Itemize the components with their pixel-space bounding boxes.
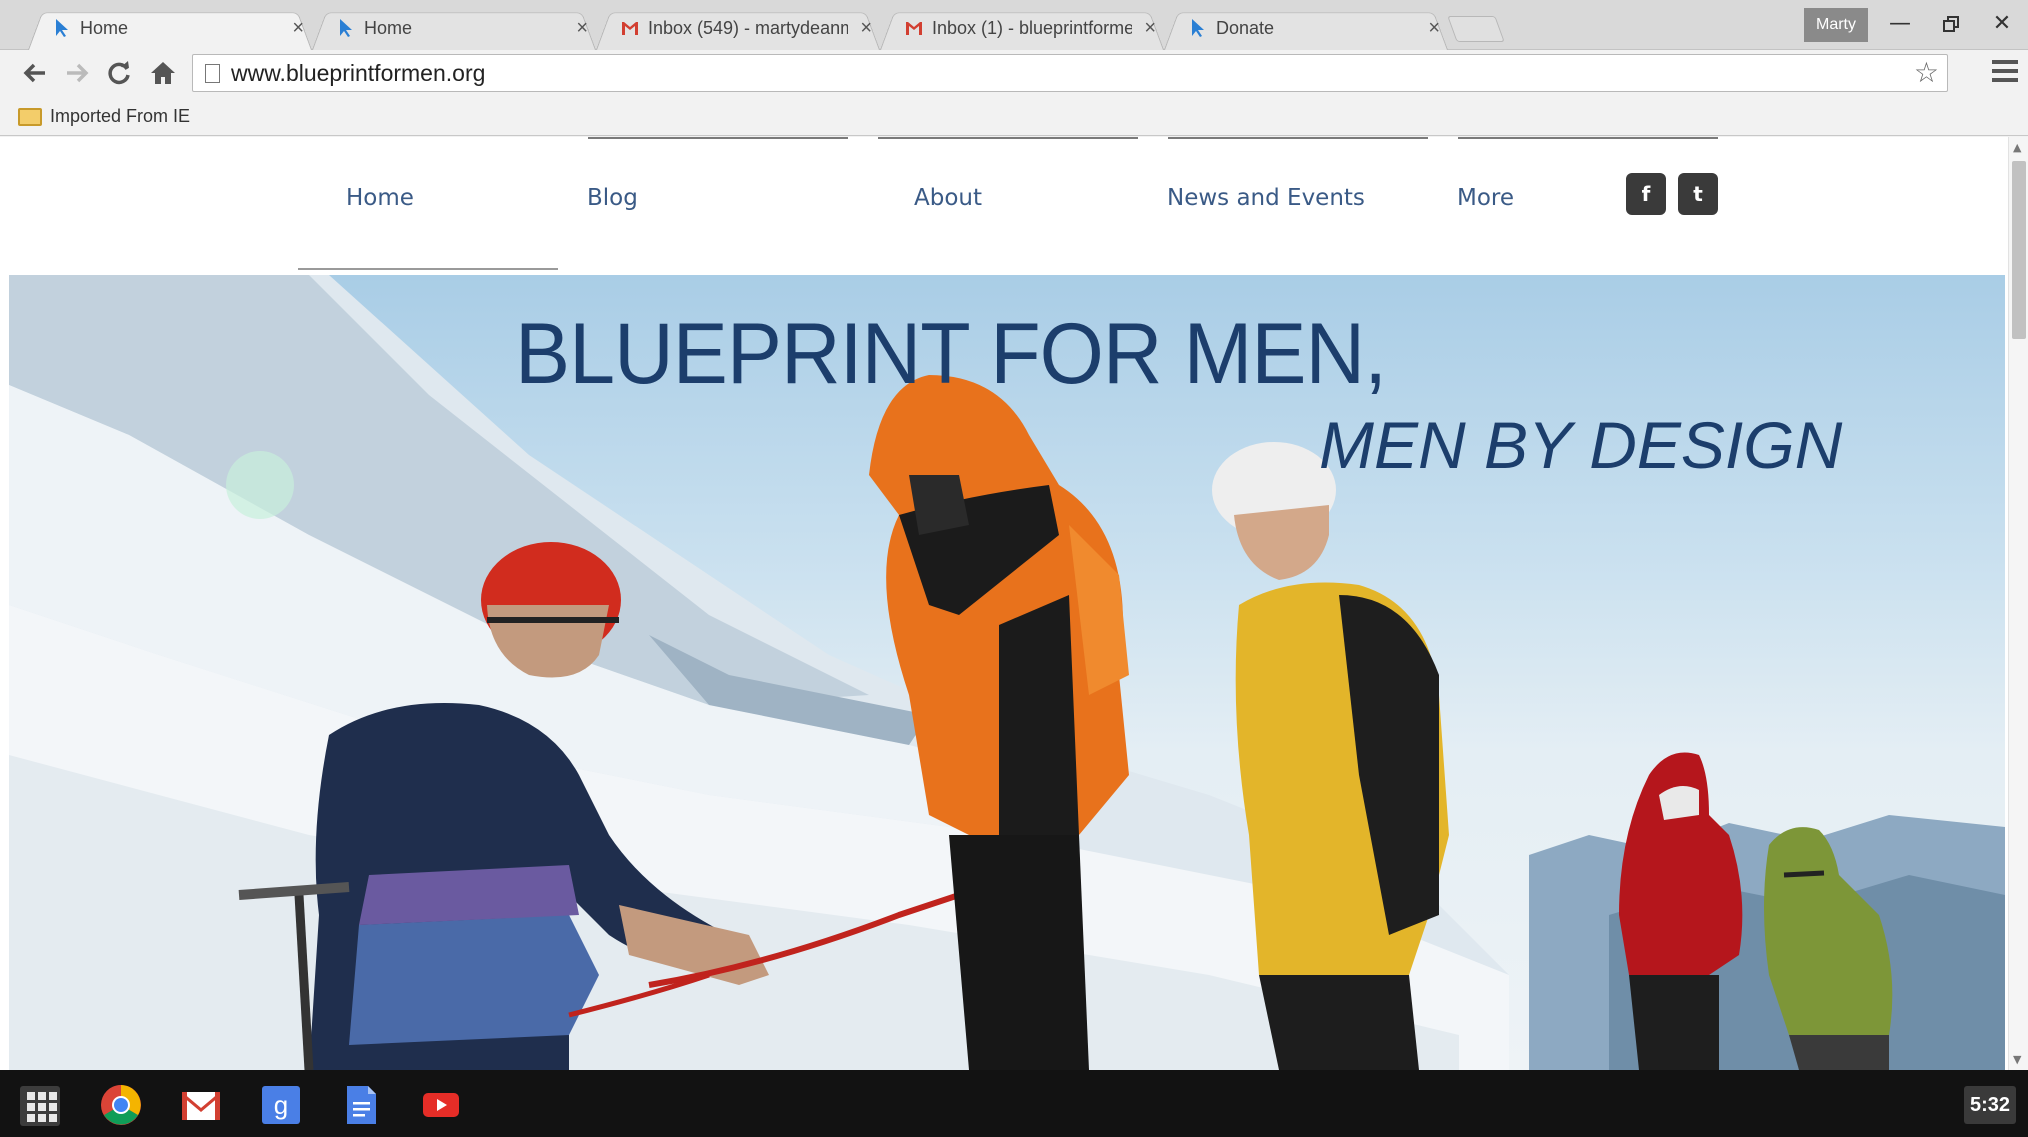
close-icon[interactable]: × bbox=[1428, 8, 1440, 48]
youtube-icon[interactable] bbox=[420, 1084, 462, 1126]
facebook-icon[interactable]: f bbox=[1626, 173, 1666, 215]
nav-divider bbox=[1458, 137, 1718, 139]
gmail-icon bbox=[622, 22, 638, 35]
vertical-scrollbar[interactable]: ▲ ▼ bbox=[2008, 137, 2028, 1070]
nav-divider bbox=[588, 137, 848, 139]
page-icon bbox=[205, 64, 220, 83]
new-tab-button[interactable] bbox=[1447, 16, 1505, 42]
address-bar[interactable]: www.blueprintformen.org ☆ bbox=[192, 54, 1948, 92]
tab-gmail-inbox-martydeanm[interactable]: Inbox (549) - martydeanm × bbox=[588, 8, 888, 50]
tab-title: Home bbox=[364, 18, 413, 38]
tab-title: Donate bbox=[1216, 18, 1275, 38]
hero-banner: BLUEPRINT FOR MEN, MEN BY DESIGN bbox=[9, 275, 2005, 1070]
nav-link-home[interactable]: Home bbox=[346, 185, 414, 211]
tab-title: Home bbox=[80, 18, 129, 38]
google-search-icon[interactable]: g bbox=[260, 1084, 302, 1126]
nav-link-more[interactable]: More bbox=[1457, 185, 1514, 211]
tab-title: Inbox (549) - martydeanm bbox=[648, 18, 848, 38]
close-window-icon[interactable]: ✕ bbox=[1982, 6, 2022, 42]
page-viewport: Home Blog About News and Events More f t bbox=[0, 137, 2008, 1070]
home-icon[interactable] bbox=[146, 56, 180, 90]
close-icon[interactable]: × bbox=[576, 8, 588, 48]
hero-subtitle: MEN BY DESIGN bbox=[1319, 408, 1843, 482]
tab-strip: Home × Home × Inbox (549) - martydeanm ×… bbox=[0, 0, 2028, 50]
bookmark-folder-imported[interactable]: Imported From IE bbox=[18, 102, 190, 130]
gmail-icon bbox=[906, 22, 922, 35]
nav-link-news-and-events[interactable]: News and Events bbox=[1167, 185, 1365, 211]
restore-icon[interactable] bbox=[1932, 6, 1972, 42]
tab-title: Inbox (1) - blueprintforme bbox=[932, 18, 1132, 38]
close-icon[interactable]: × bbox=[860, 8, 872, 48]
nav-link-about[interactable]: About bbox=[914, 185, 982, 211]
nav-divider bbox=[1168, 137, 1428, 139]
nav-link-blog[interactable]: Blog bbox=[587, 185, 638, 211]
tab-gmail-inbox-blueprintformen[interactable]: Inbox (1) - blueprintforme × bbox=[872, 8, 1172, 50]
profile-button[interactable]: Marty bbox=[1804, 8, 1868, 42]
browser-toolbar: www.blueprintformen.org ☆ bbox=[0, 50, 2028, 96]
scrollbar-thumb[interactable] bbox=[2012, 161, 2026, 339]
system-clock[interactable]: 5:32 bbox=[1964, 1086, 2016, 1124]
scroll-down-arrow-icon[interactable]: ▼ bbox=[2013, 1053, 2021, 1066]
bookmark-star-icon[interactable]: ☆ bbox=[1914, 55, 1939, 91]
chrome-icon[interactable] bbox=[100, 1084, 142, 1126]
blueprint-arrow-icon bbox=[56, 19, 68, 37]
blueprint-arrow-icon bbox=[1192, 19, 1204, 37]
active-nav-underline bbox=[298, 268, 558, 270]
bookmark-label: Imported From IE bbox=[50, 106, 191, 126]
chrome-menu-icon[interactable] bbox=[1992, 60, 2018, 86]
back-arrow-icon[interactable] bbox=[18, 56, 52, 90]
nav-divider bbox=[878, 137, 1138, 139]
url-text: www.blueprintformen.org bbox=[231, 60, 486, 86]
scroll-up-arrow-icon[interactable]: ▲ bbox=[2013, 141, 2021, 154]
close-icon[interactable]: × bbox=[292, 8, 304, 48]
gmail-icon[interactable] bbox=[180, 1084, 222, 1126]
reload-icon[interactable] bbox=[102, 56, 136, 90]
close-icon[interactable]: × bbox=[1144, 8, 1156, 48]
twitter-icon[interactable]: t bbox=[1678, 173, 1718, 215]
tab-home[interactable]: Home × bbox=[304, 8, 604, 50]
minimize-icon[interactable]: — bbox=[1880, 6, 1920, 42]
bookmarks-bar: Imported From IE bbox=[0, 96, 2028, 136]
system-shelf: g 5:32 bbox=[0, 1070, 2028, 1137]
browser-window: Home × Home × Inbox (549) - martydeanm ×… bbox=[0, 0, 2028, 1070]
svg-text:g: g bbox=[274, 1090, 288, 1120]
blueprint-arrow-icon bbox=[340, 19, 352, 37]
docs-icon[interactable] bbox=[340, 1084, 382, 1126]
site-navigation: Home Blog About News and Events More f t bbox=[0, 137, 2008, 275]
app-launcher-icon[interactable] bbox=[20, 1086, 60, 1126]
forward-arrow-icon[interactable] bbox=[60, 56, 94, 90]
tab-home-active[interactable]: Home × bbox=[20, 8, 320, 50]
tab-donate[interactable]: Donate × bbox=[1156, 8, 1456, 50]
folder-icon bbox=[18, 108, 42, 126]
hero-title: BLUEPRINT FOR MEN, bbox=[515, 306, 1387, 402]
